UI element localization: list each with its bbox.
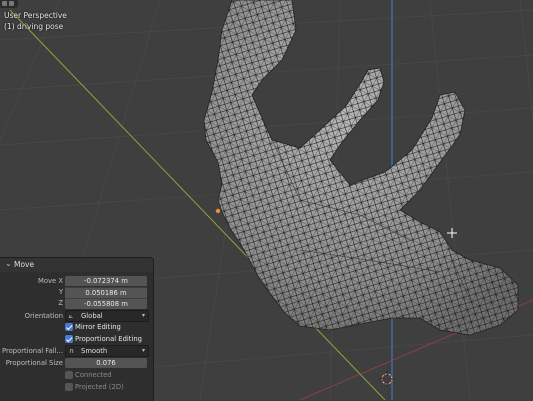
chevron-down-icon: ▾ <box>141 347 145 354</box>
header-icon <box>2 1 7 6</box>
falloff-dropdown[interactable]: ∩ Smooth ▾ <box>65 345 149 357</box>
mirror-editing-label: Mirror Editing <box>75 323 121 331</box>
checkbox-unchecked-icon[interactable] <box>65 371 73 379</box>
falloff-value: Smooth <box>81 347 108 355</box>
move-y-field[interactable]: 0.050186 m <box>65 287 147 298</box>
proportional-size-label: Proportional Size <box>5 359 63 367</box>
proportional-size-field[interactable]: 0.076 <box>65 358 147 368</box>
adjust-last-operation-panel: ⌄ Move Move X -0.072374 m Y 0.050186 m Z… <box>0 257 154 401</box>
smooth-falloff-icon: ∩ <box>69 347 75 355</box>
move-x-label: Move X <box>37 277 63 285</box>
move-y-label: Y <box>58 288 63 296</box>
panel-header[interactable]: ⌄ Move <box>0 258 153 272</box>
checkbox-checked-icon[interactable] <box>65 323 73 331</box>
selected-vertex-icon <box>215 208 221 214</box>
checkbox-unchecked-icon[interactable] <box>65 383 73 391</box>
orientation-label: Orientation <box>24 312 63 320</box>
move-x-field[interactable]: -0.072374 m <box>65 276 147 286</box>
mesh-object <box>203 0 519 336</box>
mouse-crosshair-icon <box>447 228 457 238</box>
proportional-editing-label: Proportional Editing <box>75 335 142 343</box>
viewport-header-stub[interactable] <box>0 0 18 8</box>
connected-label: Connected <box>75 371 112 379</box>
header-icon <box>9 1 14 6</box>
orientation-value: Global <box>81 312 103 320</box>
move-z-label: Z <box>58 299 63 307</box>
move-z-field[interactable]: -0.055808 m <box>65 298 147 309</box>
chevron-down-icon[interactable]: ⌄ <box>5 259 12 268</box>
object-info-label: (1) driving pose <box>4 22 64 31</box>
orientation-dropdown[interactable]: ⟀ Global ▾ <box>65 310 149 322</box>
falloff-label: Proportional Fall... <box>2 347 63 355</box>
panel-title: Move <box>14 260 35 269</box>
orientation-global-icon: ⟀ <box>69 312 74 320</box>
3d-cursor-icon <box>379 371 395 387</box>
projected-label: Projected (2D) <box>75 383 124 391</box>
checkbox-checked-icon[interactable] <box>65 335 73 343</box>
view-name-label: User Perspective <box>4 11 67 20</box>
chevron-down-icon: ▾ <box>141 312 145 319</box>
